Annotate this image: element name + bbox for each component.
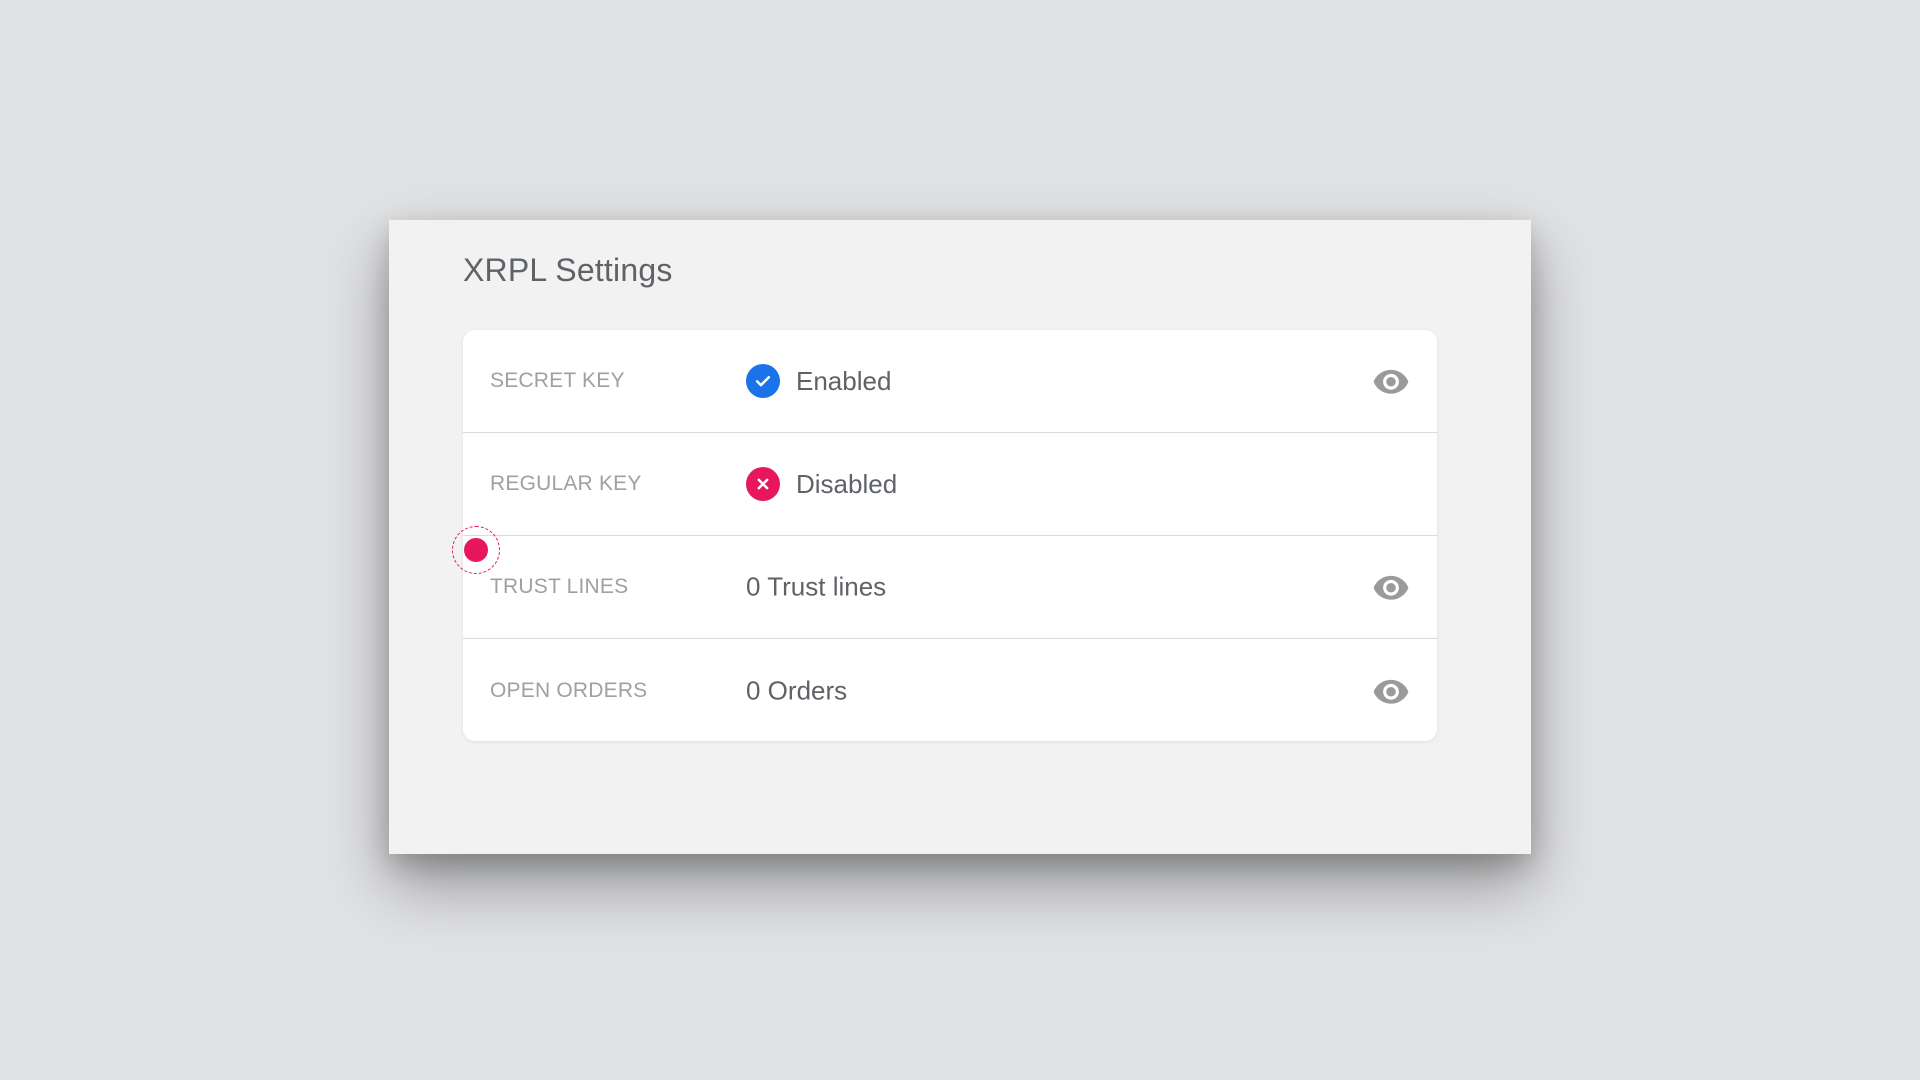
row-value: 0 Orders [746, 675, 847, 706]
eye-icon [1373, 679, 1409, 704]
row-value: 0 Trust lines [746, 572, 886, 603]
cursor-indicator-core [464, 538, 488, 562]
panel-title: XRPL Settings [463, 252, 673, 288]
row-label: TRUST LINES [490, 575, 629, 598]
settings-row-open-orders: OPEN ORDERS 0 Orders [463, 639, 1437, 741]
cursor-indicator [452, 526, 500, 574]
eye-icon [1373, 575, 1409, 600]
trust-lines-count: 0 Trust lines [746, 571, 887, 602]
view-secret-key-button[interactable] [1371, 361, 1411, 401]
xrpl-settings-panel: XRPL Settings SECRET KEY Enabled REGULAR… [389, 220, 1531, 854]
settings-card: SECRET KEY Enabled REGULAR KEY Disabled [463, 330, 1437, 741]
settings-row-secret-key: SECRET KEY Enabled [463, 330, 1437, 433]
row-label: SECRET KEY [490, 369, 625, 392]
row-label: OPEN ORDERS [490, 678, 648, 702]
row-value: Enabled [746, 364, 891, 398]
x-circle-icon [746, 467, 780, 501]
row-value: Disabled [746, 467, 897, 501]
view-open-orders-button[interactable] [1371, 671, 1411, 711]
settings-row-trust-lines: TRUST LINES 0 Trust lines [463, 536, 1437, 639]
row-label: REGULAR KEY [490, 472, 642, 495]
status-text: Disabled [796, 468, 898, 499]
eye-icon [1373, 369, 1409, 394]
view-trust-lines-button[interactable] [1371, 567, 1411, 607]
status-text: Enabled [796, 365, 892, 396]
check-circle-icon [746, 364, 780, 398]
open-orders-count: 0 Orders [746, 675, 848, 705]
settings-row-regular-key: REGULAR KEY Disabled [463, 433, 1437, 536]
